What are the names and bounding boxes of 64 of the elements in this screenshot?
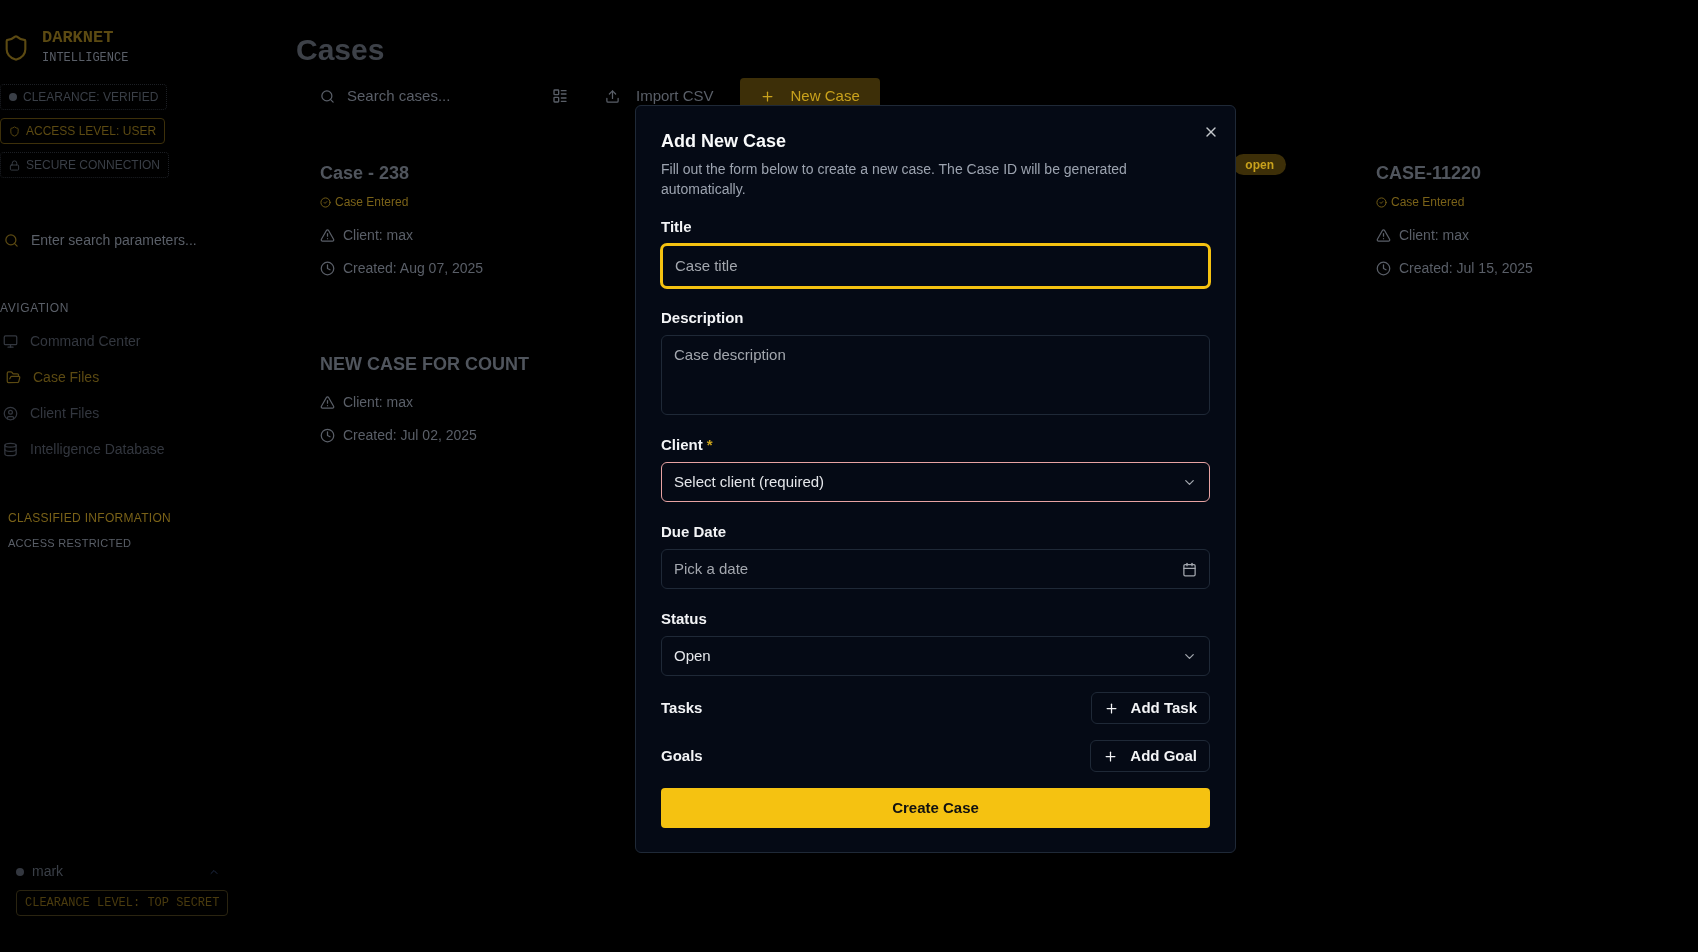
- upload-icon: [605, 88, 620, 104]
- field-label: Description: [661, 308, 744, 328]
- case-created: Created: Jul 02, 2025: [343, 426, 477, 445]
- clock-icon: [1376, 261, 1391, 276]
- warning-icon: [320, 228, 335, 243]
- dialog-title: Add New Case: [661, 130, 788, 153]
- case-client: Client: max: [343, 393, 414, 412]
- field-label: Status: [661, 609, 707, 629]
- case-status: Case Entered: [335, 194, 409, 211]
- case-created: Created: Jul 15, 2025: [1399, 259, 1533, 278]
- search-icon: [320, 88, 335, 104]
- warning-icon: [320, 395, 335, 410]
- case-status: Case Entered: [1391, 194, 1465, 211]
- shield-icon: [9, 125, 20, 137]
- description-textarea[interactable]: Case description: [661, 335, 1210, 415]
- title-input[interactable]: Case title: [661, 244, 1210, 288]
- section-label: Goals: [661, 745, 703, 766]
- case-client: Client: max: [343, 226, 414, 245]
- clock-icon: [320, 261, 335, 276]
- field-label: Due Date: [661, 522, 727, 542]
- create-case-button[interactable]: Create Case: [661, 788, 1210, 828]
- plus-icon: [1103, 748, 1119, 764]
- dialog-description: Fill out the form below to create a new case. The Case ID will be generated automatically.: [661, 160, 1128, 199]
- case-title: NEW CASE FOR COUNT: [320, 353, 529, 376]
- clearance-badge: CLEARANCE LEVEL: TOP SECRET: [16, 890, 229, 916]
- check-circle-icon: [320, 196, 331, 208]
- select-field[interactable]: Open: [661, 636, 1210, 676]
- user-name: mark: [32, 862, 64, 881]
- classified-subtitle: ACCESS RESTRICTED: [8, 536, 132, 551]
- search-icon: [4, 233, 19, 248]
- search-placeholder: Enter search parameters...: [31, 231, 197, 250]
- nav-heading: AVIGATION: [0, 300, 69, 317]
- nav-icon: [3, 333, 18, 349]
- brand-name: DARKNET: [42, 28, 115, 48]
- calendar-icon: [1182, 561, 1197, 577]
- page-title: Cases: [296, 32, 386, 68]
- badge-label: ACCESS LEVEL: USER: [26, 123, 157, 140]
- lock-icon: [9, 159, 20, 171]
- date-field[interactable]: Pick a date: [661, 549, 1210, 589]
- field-label: Client: [661, 435, 703, 455]
- plus-icon: [1103, 700, 1119, 716]
- case-title: CASE-11220: [1376, 162, 1482, 185]
- select-field[interactable]: Select client (required): [661, 462, 1210, 502]
- list-view-icon[interactable]: [552, 88, 568, 104]
- brand-subtitle: INTELLIGENCE: [42, 50, 129, 67]
- nav-icon: [6, 369, 21, 385]
- add-button[interactable]: Add Task: [1090, 692, 1210, 724]
- warning-icon: [1376, 228, 1391, 243]
- check-circle-icon: [1376, 196, 1387, 208]
- section-label: Tasks: [661, 697, 703, 718]
- nav-icon: [3, 441, 18, 457]
- required-mark: *: [706, 435, 713, 455]
- nav-icon: [3, 405, 18, 421]
- badge-label: SECURE CONNECTION: [26, 157, 160, 174]
- clock-icon: [320, 428, 335, 443]
- case-title: Case - 238: [320, 162, 410, 185]
- case-client: Client: max: [1399, 226, 1470, 245]
- classified-title: CLASSIFIED INFORMATION: [8, 510, 172, 527]
- field-label: Title: [661, 217, 692, 237]
- status-pill: open: [1233, 154, 1286, 175]
- add-button[interactable]: Add Goal: [1090, 740, 1210, 772]
- case-created: Created: Aug 07, 2025: [343, 259, 484, 278]
- badge-label: CLEARANCE: VERIFIED: [23, 89, 159, 106]
- plus-icon: [759, 88, 775, 104]
